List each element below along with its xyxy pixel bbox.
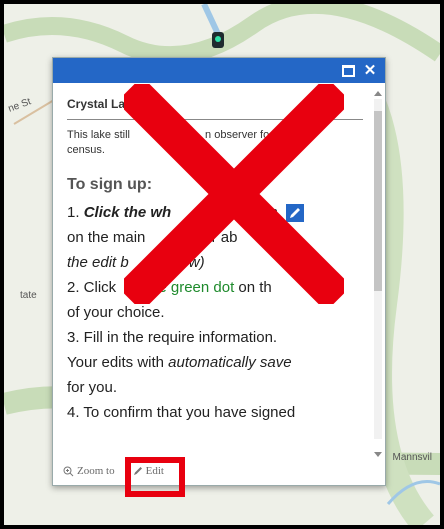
step-1: 1. Click the wh on: [67, 200, 363, 225]
popup-header: ✕: [53, 58, 385, 83]
map-town-label: Mannsvil: [392, 452, 432, 463]
step-1-line-2: on the main r ab t: [67, 228, 288, 246]
maximize-icon[interactable]: [341, 64, 355, 78]
step-3: 3. Fill in the require information.: [67, 328, 278, 346]
signup-steps: 1. Click the wh on on the main r ab t the …: [67, 200, 363, 425]
step-1-line-3: the edit b elow): [67, 253, 205, 271]
signup-heading: To sign up:: [67, 175, 153, 193]
popup-description: This lake still n observer fo census.: [67, 129, 270, 156]
close-icon[interactable]: ✕: [363, 63, 377, 78]
step-2: 2. Click e green dot on th: [67, 278, 272, 296]
popup-title: Crystal Lak: [67, 97, 363, 120]
map-place-label: tate: [20, 290, 37, 301]
pencil-icon: [133, 467, 142, 475]
marker-dot: [215, 36, 221, 42]
step-4: 4. To confirm that you have signed: [67, 403, 296, 421]
step-3-line-2: Your edits with automatically save: [67, 353, 292, 371]
popup-content[interactable]: Crystal Lak This lake still n observer f…: [53, 83, 385, 485]
info-popup: ✕ Crystal Lak This lake still n observer…: [52, 57, 386, 486]
step-3-line-3: for you.: [67, 378, 118, 396]
lake-marker[interactable]: [212, 32, 224, 48]
scroll-up-icon[interactable]: [374, 91, 382, 96]
edit-button[interactable]: Edit: [133, 465, 164, 477]
scroll-thumb[interactable]: [374, 111, 382, 291]
popup-scrollbar[interactable]: [371, 87, 383, 463]
step-2-line-2: of your choice.: [67, 303, 165, 321]
zoom-to-button[interactable]: Zoom to: [63, 465, 115, 477]
screenshot-frame: ne St tate Mannsvil ✕ Crystal Lak This l…: [0, 0, 444, 529]
pencil-icon: [285, 203, 304, 222]
popup-footer: Zoom to Edit: [53, 457, 385, 485]
zoom-icon: [63, 466, 74, 476]
